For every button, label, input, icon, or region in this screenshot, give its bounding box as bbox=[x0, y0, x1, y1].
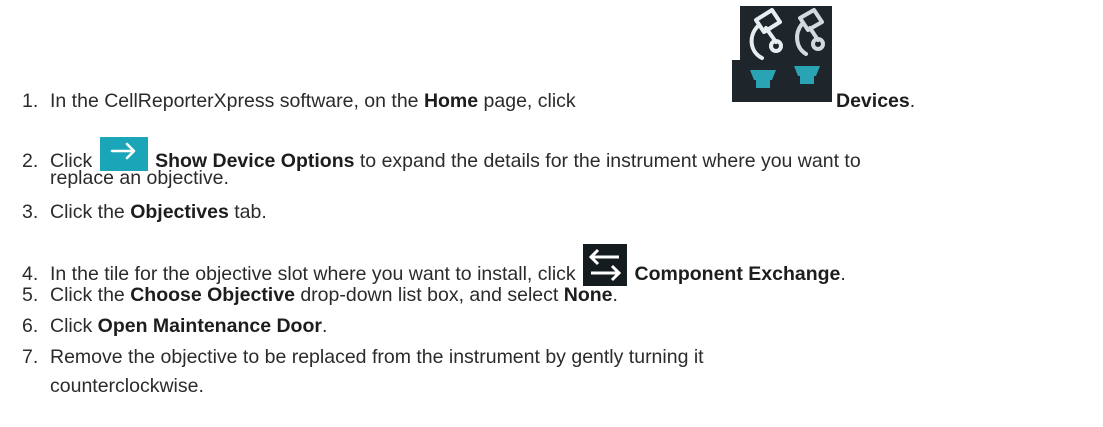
step-text: Click the bbox=[50, 284, 131, 306]
home-label: Home bbox=[423, 90, 479, 112]
step-number: 5. bbox=[22, 284, 39, 306]
step-text: In the CellReporterXpress software, on t… bbox=[50, 90, 424, 112]
step-text: drop-down list box, and select bbox=[294, 284, 564, 306]
step-text: Click the bbox=[50, 201, 131, 223]
step-number: 6. bbox=[22, 315, 39, 337]
open-maintenance-door-label: Open Maintenance Door bbox=[97, 315, 322, 337]
none-label: None bbox=[563, 284, 613, 306]
objectives-tab-label: Objectives bbox=[130, 201, 229, 223]
step-4: 4. In the tile for the objective slot whe… bbox=[22, 244, 846, 287]
step-number: 2. bbox=[22, 150, 39, 172]
step-text: Remove the objective to be replaced from… bbox=[50, 346, 704, 368]
step-number: 7. bbox=[22, 346, 39, 368]
step-7: 7. Remove the objective to be replaced fr… bbox=[22, 344, 704, 370]
step-text: . bbox=[321, 315, 328, 337]
step-2-line-2: replace an objective. bbox=[50, 167, 229, 189]
exchange-arrows-icon[interactable] bbox=[583, 244, 628, 286]
step-text: . bbox=[612, 284, 618, 306]
devices-label-wrap: Devices. bbox=[836, 88, 915, 114]
step-6: 6. Click Open Maintenance Door. bbox=[22, 313, 327, 339]
step-number: 3. bbox=[22, 201, 39, 223]
step-5: 5. Click the Choose Objective drop-down l… bbox=[22, 282, 618, 308]
choose-objective-label: Choose Objective bbox=[130, 284, 295, 306]
step-text: to expand the details for the instrument… bbox=[354, 150, 861, 172]
step-text: . bbox=[909, 90, 916, 112]
step-text: tab. bbox=[228, 201, 267, 223]
step-3: 3. Click the Objectives tab. bbox=[22, 199, 267, 225]
step-number: 1. bbox=[22, 90, 39, 112]
microscope-devices-icon[interactable] bbox=[732, 6, 832, 102]
step-text: Click bbox=[50, 315, 98, 337]
devices-label: Devices bbox=[836, 90, 910, 112]
step-1: 1. In the CellReporterXpress software, on… bbox=[22, 88, 576, 114]
component-exchange-label: Component Exchange bbox=[634, 263, 841, 285]
step-text: page, click bbox=[478, 90, 576, 112]
step-text: . bbox=[840, 263, 846, 285]
step-7-line-2: counterclockwise. bbox=[50, 375, 204, 397]
